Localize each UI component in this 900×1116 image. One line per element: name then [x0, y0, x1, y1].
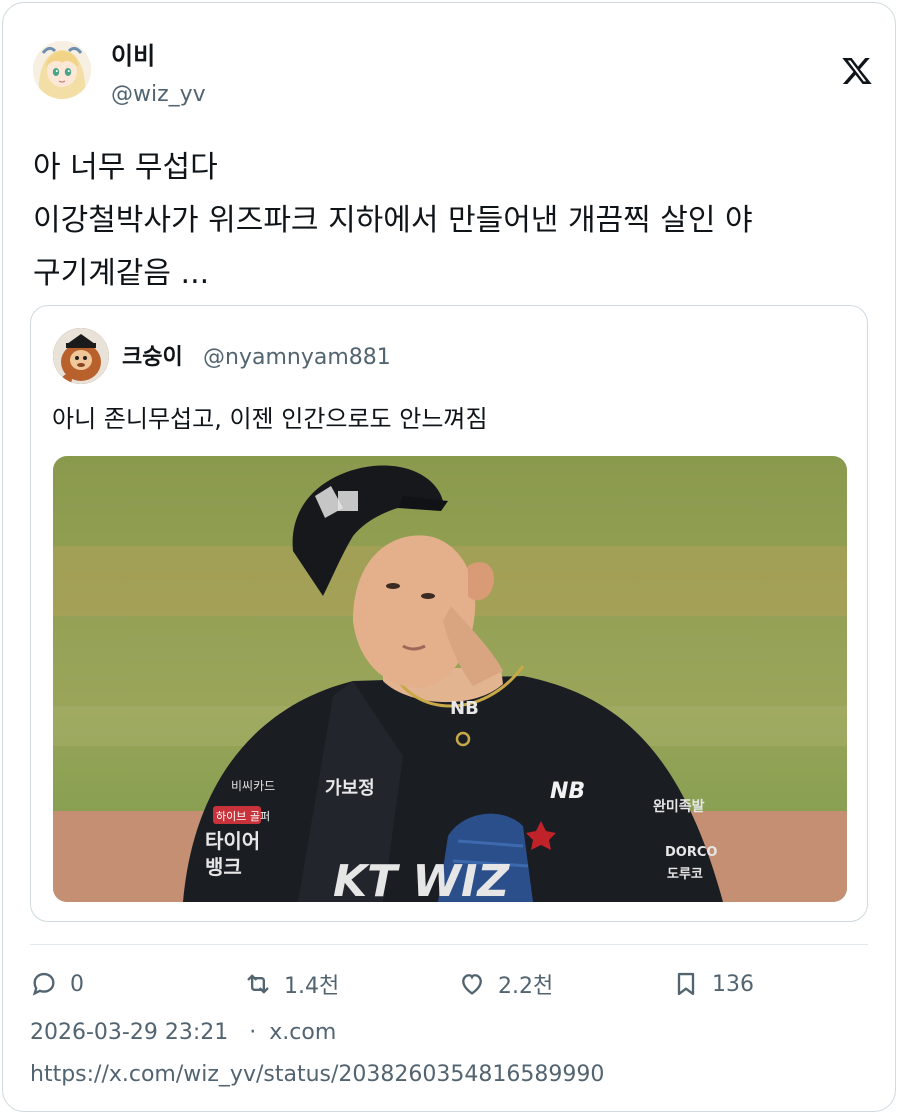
source-link[interactable]: x.com [269, 1020, 336, 1045]
sleeve-sponsor-2: 하이브 골퍼 [216, 809, 270, 823]
quoted-media-image[interactable]: 가보정 NB NB KT WIZ 비씨카드 하이브 골퍼 타이어 뱅크 완미족발… [53, 456, 847, 902]
timestamp[interactable]: 2026-03-29 23:21 [30, 1020, 228, 1045]
meta-separator: · [249, 1020, 257, 1045]
bookmark-icon [677, 972, 695, 996]
like-button[interactable]: 2.2천 [458, 966, 553, 1002]
tweet-line: 구기계같음 ... [33, 256, 210, 291]
anime-avatar-icon [33, 41, 91, 99]
retweet-icon [247, 974, 269, 994]
quoted-author-name[interactable]: 크숭이 [122, 344, 183, 372]
reply-icon [32, 972, 55, 996]
tweet-line: 이강철박사가 위즈파크 지하에서 만들어낸 개끔찍 살인 야 [33, 203, 753, 238]
baseball-pitcher-photo: 가보정 NB NB KT WIZ 비씨카드 하이브 골퍼 타이어 뱅크 완미족발… [53, 456, 847, 902]
sleeve-logo-text: NB [550, 779, 585, 804]
sleeve-sponsor-3: 타이어 [205, 829, 260, 853]
bookmark-button[interactable]: 136 [672, 966, 754, 1002]
retweet-button[interactable]: 1.4천 [244, 966, 339, 1002]
author-handle[interactable]: @wiz_yv [111, 81, 206, 109]
divider [30, 944, 868, 945]
author-avatar[interactable] [33, 41, 91, 99]
retweet-count: 1.4천 [284, 974, 340, 999]
reply-button[interactable]: 0 [30, 966, 84, 1002]
sleeve-sponsor-4: 뱅크 [205, 855, 242, 879]
bookmark-count: 136 [712, 971, 754, 997]
quoted-tweet[interactable]: 크숭이 @nyamnyam881 아니 존니무섭고, 이젠 인간으로도 안느껴짐 [30, 305, 868, 922]
sleeve-sponsor-1: 비씨카드 [231, 779, 275, 793]
tweet-meta: 2026-03-29 23:21 · x.com [30, 1017, 336, 1049]
quoted-author-handle[interactable]: @nyamnyam881 [203, 344, 391, 372]
quoted-author-avatar[interactable] [53, 328, 109, 384]
x-logo-icon[interactable] [841, 55, 873, 87]
reply-count: 0 [70, 971, 84, 997]
like-count: 2.2천 [498, 974, 554, 999]
heart-icon [462, 974, 482, 995]
quoted-tweet-text: 아니 존니무섭고, 이젠 인간으로도 안느껴짐 [52, 405, 488, 433]
tweet-text: 아 너무 무섭다 이강철박사가 위즈파크 지하에서 만들어낸 개끔찍 살인 야 … [33, 141, 878, 300]
tweet-url[interactable]: https://x.com/wiz_yv/status/203826035481… [30, 1059, 604, 1091]
tweet-line: 아 너무 무섭다 [33, 150, 218, 185]
chest-sponsor-text: 가보정 [325, 778, 375, 799]
chest-logo-text: NB [450, 698, 479, 719]
sleeve-sponsor-6: DORCO [665, 845, 717, 860]
team-text: KT WIZ [333, 856, 510, 902]
author-name[interactable]: 이비 [111, 41, 155, 71]
sleeve-sponsor-7: 도루코 [667, 867, 703, 882]
sleeve-sponsor-5: 완미족발 [653, 798, 705, 815]
orangutan-mascot-avatar-icon [53, 328, 109, 384]
